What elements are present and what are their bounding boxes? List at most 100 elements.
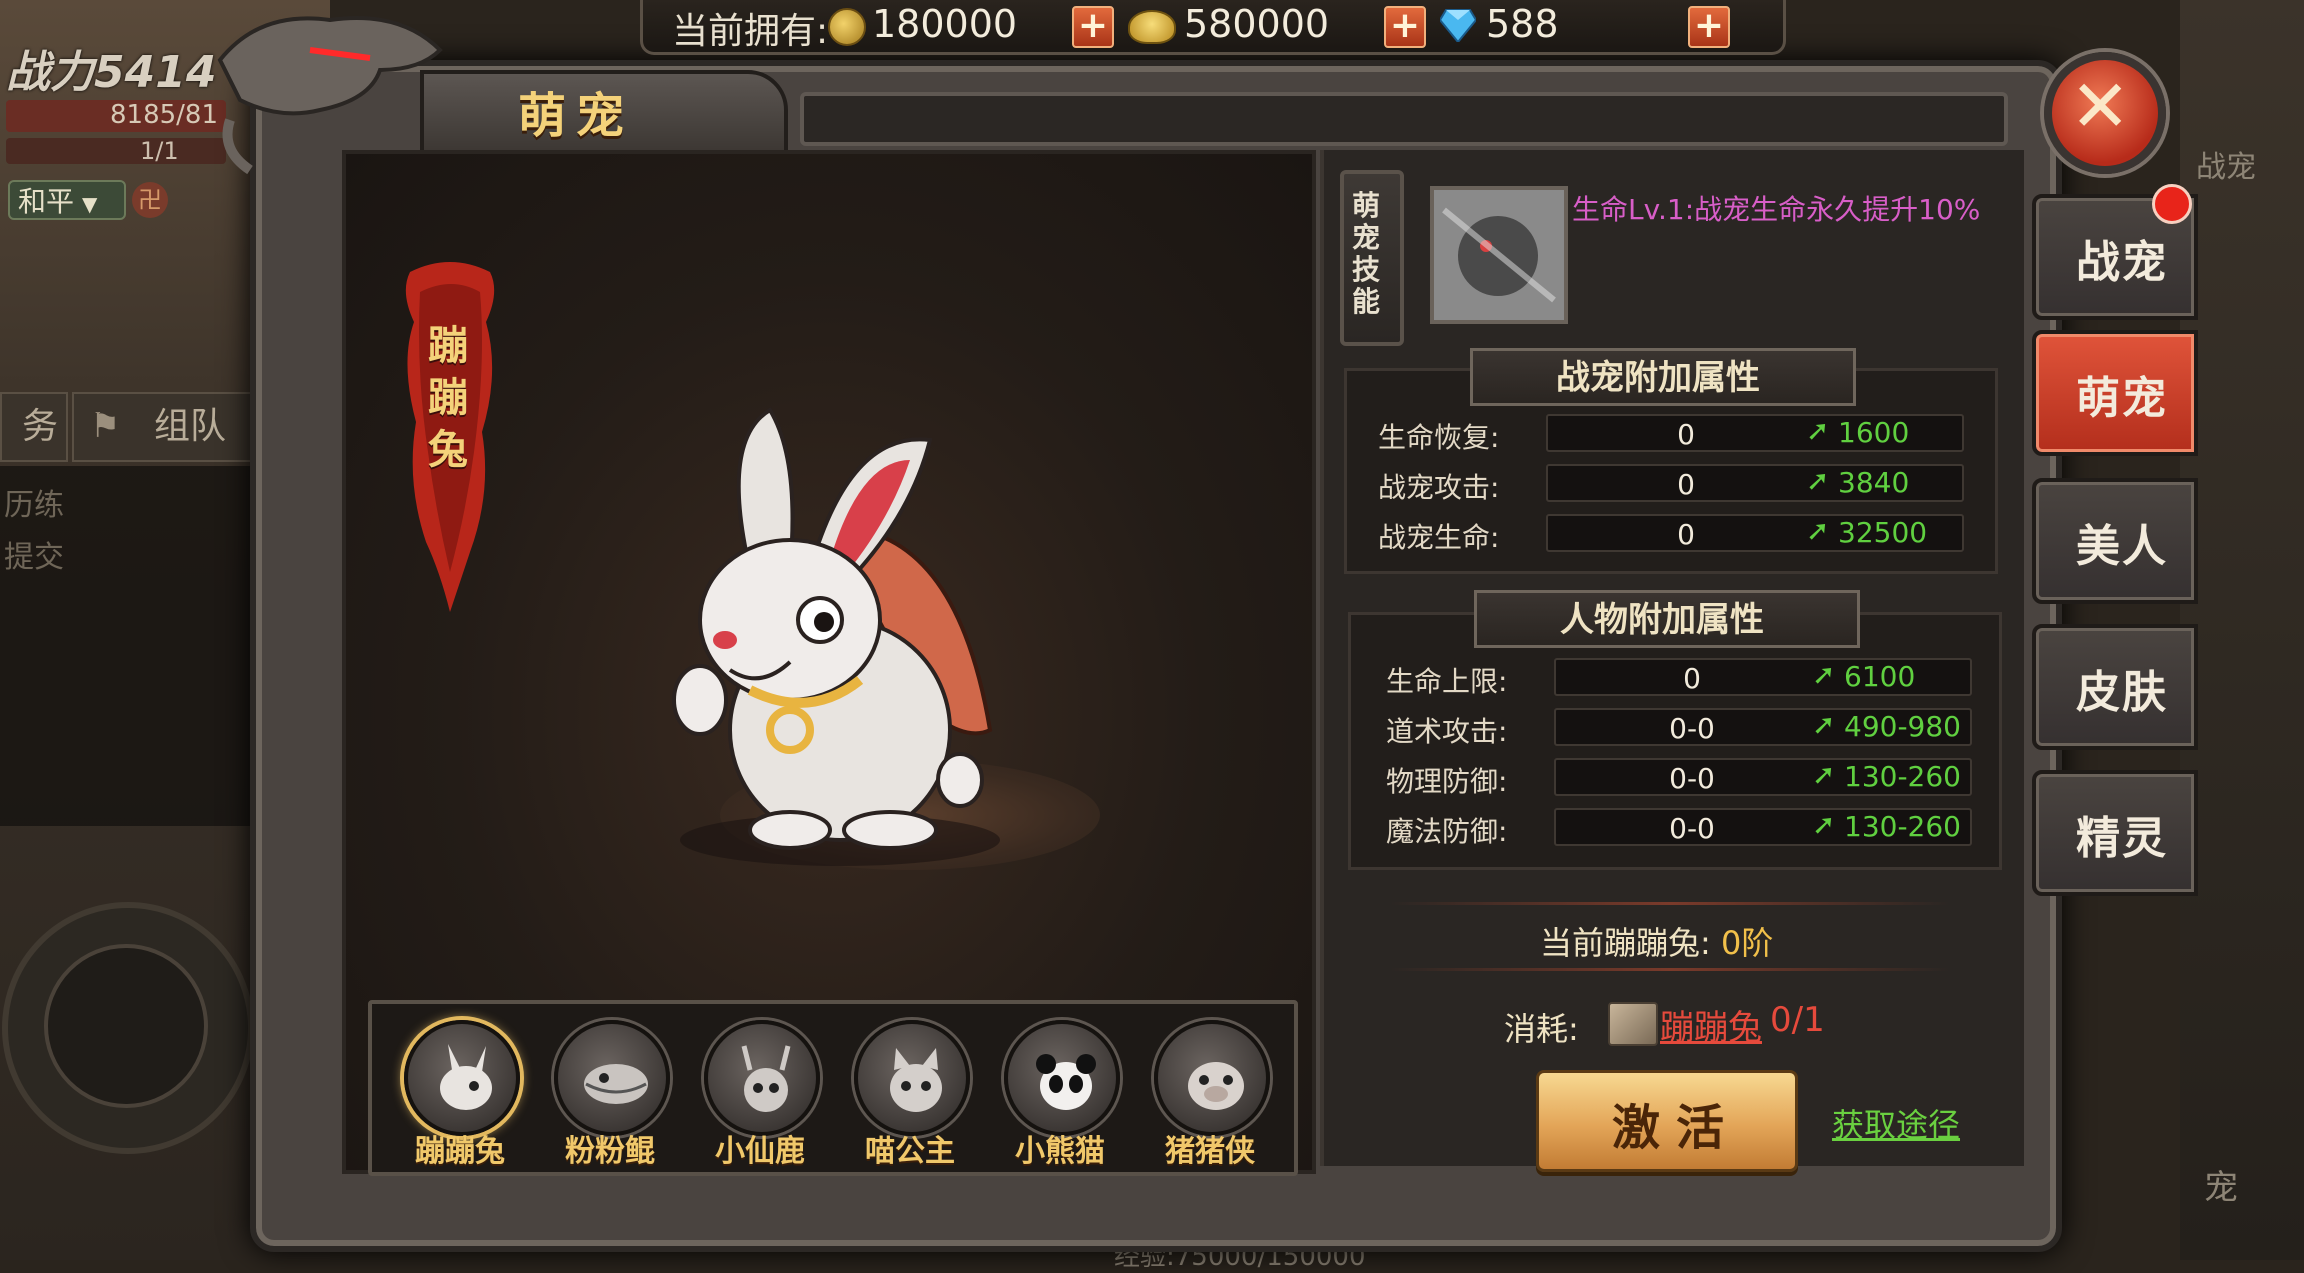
side-tab-beauty[interactable]: 美人	[2032, 478, 2198, 604]
stat-bonus: 32500	[1838, 516, 1928, 549]
pet-label: 小仙鹿	[715, 1134, 805, 1169]
activate-label: 激活	[1612, 1100, 1741, 1156]
stat-bonus: 130-260	[1844, 810, 1961, 843]
skill-icon[interactable]	[1430, 186, 1568, 324]
pet-slot-miaogongzhu[interactable]: 喵公主	[850, 1018, 970, 1169]
stat-current: 0	[1683, 662, 1701, 695]
stat-current: 0-0	[1669, 712, 1715, 745]
pet-avatar	[854, 1020, 970, 1136]
swirl-icon[interactable]: 卍	[132, 182, 168, 218]
stat-current: 0-0	[1669, 812, 1715, 845]
side-tab-skin[interactable]: 皮肤	[2032, 624, 2198, 750]
right-hud-label: 战宠	[2196, 150, 2256, 185]
right-hud-label: 宠	[2204, 1168, 2238, 1208]
cat-icon	[890, 1048, 942, 1112]
stat-label: 生命上限:	[1386, 665, 1508, 698]
add-coins-button[interactable]: +	[1072, 6, 1114, 48]
stat-current: 0	[1677, 418, 1695, 451]
dialog-title: 萌宠	[518, 88, 635, 144]
pk-mode-dropdown[interactable]: 和平 ▼	[8, 180, 126, 220]
pet-avatar	[704, 1020, 820, 1136]
pet-avatar	[1004, 1020, 1120, 1136]
gold-ingot-icon	[1128, 10, 1176, 44]
mp-bar	[6, 138, 226, 164]
cost-item-link[interactable]: 蹦蹦兔	[1660, 1000, 1762, 1049]
currency-label: 当前拥有:	[672, 11, 829, 52]
pet-label: 喵公主	[865, 1134, 955, 1169]
tab-task[interactable]: 务	[0, 392, 68, 462]
coin-icon	[828, 8, 866, 46]
pet-slot-fenfenkun[interactable]: 粉粉鲲	[550, 1018, 670, 1169]
arrow-up-icon: ➚	[1812, 758, 1836, 791]
side-tab-cute-pet[interactable]: 萌宠	[2032, 330, 2198, 456]
arrow-up-icon: ➚	[1812, 658, 1836, 691]
tab-team-label: 组队	[154, 406, 227, 447]
rabbit-icon	[440, 1044, 492, 1110]
side-tab-label: 美人	[2076, 521, 2168, 572]
stat-bonus: 130-260	[1844, 760, 1961, 793]
pet-slot-xiaoxianlu[interactable]: 小仙鹿	[700, 1018, 820, 1169]
stat-label: 战宠生命:	[1378, 521, 1500, 554]
pet-avatar	[554, 1020, 670, 1136]
stat-label: 道术攻击:	[1386, 715, 1508, 748]
add-gems-button[interactable]: +	[1688, 6, 1730, 48]
side-tab-label: 萌宠	[2076, 373, 2168, 424]
side-tab-label: 战宠	[2076, 237, 2168, 288]
stat-bonus: 490-980	[1844, 710, 1961, 743]
pk-mode-label: 和平	[18, 185, 75, 218]
diamond-icon	[1440, 9, 1476, 42]
stat-current: 0	[1677, 468, 1695, 501]
pet-attrs-title: 战宠附加属性	[1556, 358, 1760, 398]
close-icon: ✕	[2070, 64, 2131, 148]
skill-description: 生命Lv.1:战宠生命永久提升10%	[1572, 193, 1981, 226]
pet-slot-xiaoxiongmao[interactable]: 小熊猫	[1000, 1018, 1120, 1169]
chevron-down-icon: ▼	[82, 192, 98, 216]
pet-name: 蹦蹦兔	[428, 323, 468, 473]
current-level: 当前蹦蹦兔: 0阶	[1540, 918, 1773, 964]
pet-avatar	[404, 1020, 520, 1136]
arrow-up-icon: ➚	[1806, 464, 1830, 497]
task-line[interactable]: 提交	[4, 532, 64, 576]
current-level-value: 0阶	[1720, 924, 1774, 962]
skill-tag-label: 萌宠技能	[1352, 189, 1381, 318]
combat-power: 战力5414	[6, 47, 217, 98]
game-scene-right	[2180, 0, 2304, 1260]
task-line[interactable]: 历练	[4, 480, 64, 524]
item-fragment-icon[interactable]	[1608, 1002, 1658, 1046]
joystick-knob[interactable]	[44, 944, 208, 1108]
arrow-up-icon: ➚	[1806, 514, 1830, 547]
pet-label: 猪猪侠	[1165, 1134, 1255, 1169]
arrow-up-icon: ➚	[1806, 414, 1830, 447]
coin-amount: 180000	[872, 2, 1018, 46]
mp-text: 1/1	[140, 137, 179, 165]
divider	[1390, 902, 1950, 905]
side-tab-label: 精灵	[2076, 813, 2168, 864]
stat-label: 生命恢复:	[1378, 421, 1500, 454]
add-ingots-button[interactable]: +	[1384, 6, 1426, 48]
current-level-label: 当前蹦蹦兔:	[1540, 924, 1711, 962]
pet-label: 小熊猫	[1015, 1134, 1105, 1169]
stat-label: 魔法防御:	[1386, 815, 1508, 848]
ingot-amount: 580000	[1184, 2, 1330, 46]
stat-current: 0-0	[1669, 762, 1715, 795]
fish-icon	[584, 1064, 648, 1104]
stat-bonus: 6100	[1844, 660, 1916, 693]
obtain-source-link[interactable]: 获取途径	[1832, 1100, 1960, 1146]
pet-label: 蹦蹦兔	[415, 1134, 505, 1169]
pet-avatar	[1154, 1020, 1270, 1136]
flag-icon: ⚑	[90, 406, 121, 446]
cost-label: 消耗:	[1504, 1010, 1579, 1048]
side-tab-spirit[interactable]: 精灵	[2032, 770, 2198, 896]
tab-task-label: 务	[21, 406, 58, 447]
pet-label: 粉粉鲲	[565, 1134, 655, 1169]
stat-current: 0	[1677, 518, 1695, 551]
side-tab-label: 皮肤	[2076, 667, 2168, 718]
pet-slot-zhuzhuxia[interactable]: 猪猪侠	[1150, 1018, 1270, 1169]
pet-slot-bengbengtu[interactable]: 蹦蹦兔	[400, 1018, 520, 1169]
deer-icon	[741, 1045, 791, 1112]
panda-icon	[1036, 1054, 1096, 1110]
rabbit-pet-illustration	[672, 407, 1000, 866]
gem-amount: 588	[1486, 2, 1559, 46]
stat-bonus: 3840	[1838, 466, 1910, 499]
pig-icon	[1188, 1062, 1244, 1110]
